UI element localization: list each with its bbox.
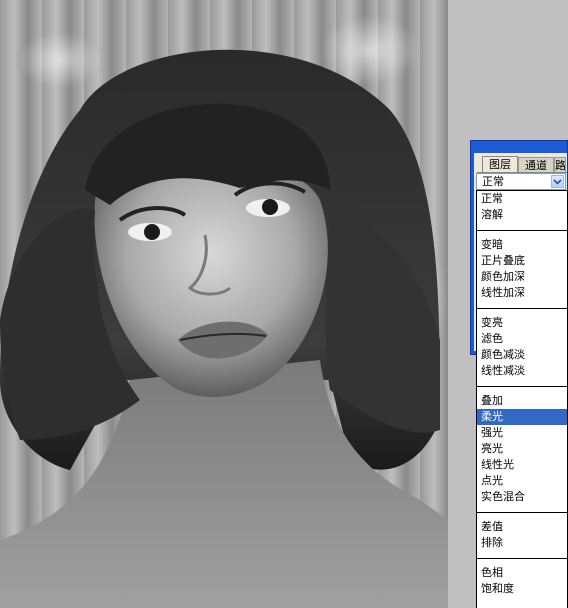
blend-mode-option[interactable]: 线性减淡	[477, 363, 567, 379]
blend-mode-option[interactable]: 柔光	[477, 409, 567, 425]
portrait-photo	[0, 49, 448, 608]
blend-mode-option[interactable]: 颜色加深	[477, 269, 567, 285]
blend-mode-option[interactable]: 差值	[477, 519, 567, 535]
blend-mode-option[interactable]: 溶解	[477, 207, 567, 223]
option-separator	[477, 551, 567, 565]
blend-mode-option[interactable]: 线性加深	[477, 285, 567, 301]
blend-mode-option[interactable]: 正常	[477, 191, 567, 207]
option-separator	[477, 301, 567, 315]
blend-mode-option[interactable]: 排除	[477, 535, 567, 551]
blend-mode-option[interactable]: 变暗	[477, 237, 567, 253]
option-separator	[477, 505, 567, 519]
blend-mode-value: 正常	[482, 175, 504, 188]
blend-mode-option[interactable]: 饱和度	[477, 581, 567, 597]
image-canvas[interactable]	[0, 0, 448, 608]
blend-mode-option[interactable]: 变亮	[477, 315, 567, 331]
blend-mode-option[interactable]: 强光	[477, 425, 567, 441]
blend-mode-list[interactable]: 正常 溶解变暗 正片叠底 颜色加深 线性加深变亮 滤色 颜色减淡 线性减淡叠加 柔光 强光 亮光 线性…	[476, 190, 568, 608]
blend-mode-option[interactable]: 滤色	[477, 331, 567, 347]
tab-layers[interactable]: 图层	[482, 156, 518, 172]
blend-mode-option[interactable]: 叠加	[477, 393, 567, 409]
option-separator	[477, 379, 567, 393]
blend-mode-option[interactable]: 实色混合	[477, 489, 567, 505]
tab-paths[interactable]: 路	[554, 157, 566, 173]
blend-mode-option[interactable]: 色相	[477, 565, 567, 581]
blend-mode-option[interactable]: 亮光	[477, 441, 567, 457]
blend-mode-option[interactable]: 正片叠底	[477, 253, 567, 269]
tab-channels[interactable]: 通道	[518, 157, 554, 173]
option-separator	[477, 223, 567, 237]
blend-mode-option[interactable]: 线性光	[477, 457, 567, 473]
chevron-down-icon[interactable]	[551, 175, 564, 188]
blend-mode-select[interactable]: 正常	[476, 173, 566, 190]
blend-mode-option[interactable]: 颜色减淡	[477, 347, 567, 363]
blend-mode-option[interactable]: 点光	[477, 473, 567, 489]
